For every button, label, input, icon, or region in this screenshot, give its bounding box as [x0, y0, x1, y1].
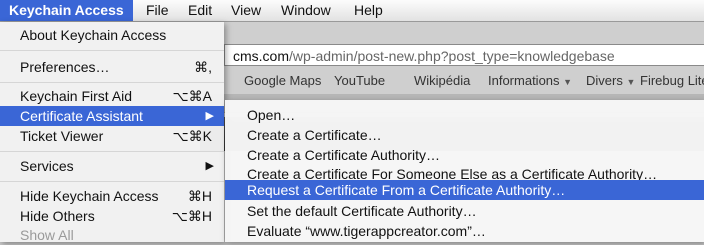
menu-item-services[interactable]: Services ▶ [0, 156, 224, 176]
bookmark-informations-label: Informations [488, 73, 560, 88]
submenu-arrow-icon: ▶ [205, 110, 214, 122]
url-field[interactable]: cms.com/wp-admin/post-new.php?post_type=… [224, 44, 704, 66]
bookmark-youtube[interactable]: YouTube [334, 73, 385, 88]
url-path: /wp-admin/post-new.php?post_type=knowled… [289, 48, 615, 64]
menu-item-first-aid-label: Keychain First Aid [20, 88, 133, 104]
menu-item-certificate-assistant[interactable]: Certificate Assistant ▶ [0, 106, 224, 126]
menu-item-preferences[interactable]: Preferences… ⌘, [0, 57, 224, 77]
menu-separator [0, 151, 224, 152]
submenu-item-create-certificate[interactable]: Create a Certificate… [225, 125, 704, 145]
menu-help[interactable]: Help [345, 0, 392, 21]
hide-others-shortcut: ⌥⌘H [171, 208, 212, 224]
bookmark-informations[interactable]: Informations ▼ [488, 73, 572, 88]
menu-item-hide[interactable]: Hide Keychain Access ⌘H [0, 186, 224, 206]
bookmarks-bar: Google Maps YouTube Wikipédia Informatio… [224, 70, 704, 92]
menu-item-services-label: Services [20, 158, 74, 174]
menu-item-hide-others[interactable]: Hide Others ⌥⌘H [0, 206, 224, 226]
menu-separator [0, 181, 224, 182]
menu-file[interactable]: File [137, 0, 178, 21]
menu-item-certificate-assistant-label: Certificate Assistant [20, 108, 143, 124]
menu-window[interactable]: Window [272, 0, 340, 21]
preferences-shortcut: ⌘, [194, 59, 212, 75]
bookmark-divers-label: Divers [586, 73, 623, 88]
menu-item-about[interactable]: About Keychain Access [0, 25, 224, 45]
keychain-access-menu: About Keychain Access Preferences… ⌘, Key… [0, 22, 224, 245]
hide-shortcut: ⌘H [187, 188, 212, 204]
bookmark-divers[interactable]: Divers ▼ [586, 73, 635, 88]
menu-item-ticket-viewer[interactable]: Ticket Viewer ⌥⌘K [0, 126, 224, 146]
chevron-down-icon: ▼ [563, 77, 573, 87]
submenu-item-evaluate[interactable]: Evaluate “www.tigerappcreator.com”… [225, 221, 704, 241]
menu-view[interactable]: View [222, 0, 270, 21]
url-domain: cms.com [233, 48, 289, 64]
submenu-item-request-certificate[interactable]: Request a Certificate From a Certificate… [225, 180, 704, 200]
bookmark-wikipedia[interactable]: Wikipédia [414, 73, 470, 88]
bookmark-firebug-lite[interactable]: Firebug Lite [640, 73, 704, 88]
submenu-arrow-icon: ▶ [205, 160, 214, 172]
chevron-down-icon: ▼ [626, 77, 636, 87]
menu-item-first-aid[interactable]: Keychain First Aid ⌥⌘A [0, 86, 224, 106]
menu-item-ticket-viewer-label: Ticket Viewer [20, 128, 104, 144]
submenu-item-create-ca[interactable]: Create a Certificate Authority… [225, 145, 704, 165]
menu-separator [0, 50, 224, 51]
submenu-item-open[interactable]: Open… [225, 105, 704, 125]
menu-item-show-all-label: Show All [20, 227, 74, 243]
certificate-assistant-submenu: Open… Create a Certificate… Create a Cer… [225, 100, 704, 242]
menu-item-about-label: About Keychain Access [20, 27, 167, 43]
menu-item-preferences-label: Preferences… [20, 59, 110, 75]
menu-bar: Keychain Access File Edit View Window He… [0, 0, 704, 22]
submenu-item-set-default-ca[interactable]: Set the default Certificate Authority… [225, 201, 704, 221]
first-aid-shortcut: ⌥⌘A [172, 88, 212, 104]
app-menu[interactable]: Keychain Access [0, 0, 133, 21]
ticket-viewer-shortcut: ⌥⌘K [172, 128, 212, 144]
menu-item-show-all: Show All [0, 225, 224, 245]
bookmark-google-maps[interactable]: Google Maps [244, 73, 321, 88]
menu-edit[interactable]: Edit [179, 0, 221, 21]
menu-separator [0, 82, 224, 83]
menu-item-hide-others-label: Hide Others [20, 208, 95, 224]
menu-item-hide-label: Hide Keychain Access [20, 188, 159, 204]
